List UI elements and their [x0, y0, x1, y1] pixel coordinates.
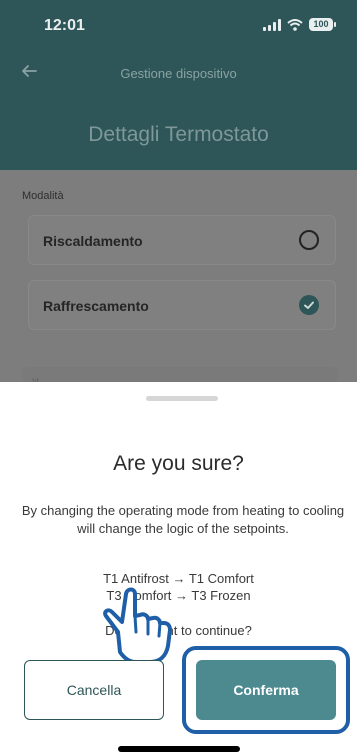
pointing-hand-icon [103, 587, 172, 664]
confirm-button[interactable]: Conferma [196, 660, 336, 720]
cancel-button[interactable]: Cancella [24, 660, 164, 720]
checkmark-icon [304, 301, 314, 309]
radio-unchecked-icon[interactable] [299, 230, 319, 250]
mode-section-label: Modalità [22, 190, 64, 202]
sheet-grabber[interactable] [146, 396, 218, 401]
mode-option-label: Riscaldamento [43, 233, 143, 249]
dialog-message: By changing the operating mode from heat… [21, 503, 345, 536]
confirmation-bottom-sheet: Are you sure? By changing the operating … [0, 382, 357, 754]
nav-title: Gestione dispositivo [120, 66, 237, 81]
dialog-title: Are you sure? [113, 452, 244, 475]
wifi-icon [287, 18, 303, 31]
status-icons: 100 [263, 18, 336, 31]
header-area: 12:01 100 Gestione dispositivo Dettagli … [0, 0, 357, 170]
battery-icon: 100 [309, 18, 336, 31]
mode-option-heating[interactable]: Riscaldamento [28, 215, 336, 265]
device-details-content: Modalità Riscaldamento Raffrescamento Id… [0, 170, 357, 427]
mode-option-cooling[interactable]: Raffrescamento [28, 280, 336, 330]
mode-option-label: Raffrescamento [43, 298, 149, 314]
status-time: 12:01 [44, 17, 85, 34]
cellular-signal-icon [263, 18, 281, 31]
status-bar: 12:01 100 [0, 0, 357, 50]
home-indicator [118, 746, 240, 752]
radio-checked-icon[interactable] [299, 295, 319, 315]
page-title: Dettagli Termostato [88, 123, 269, 146]
